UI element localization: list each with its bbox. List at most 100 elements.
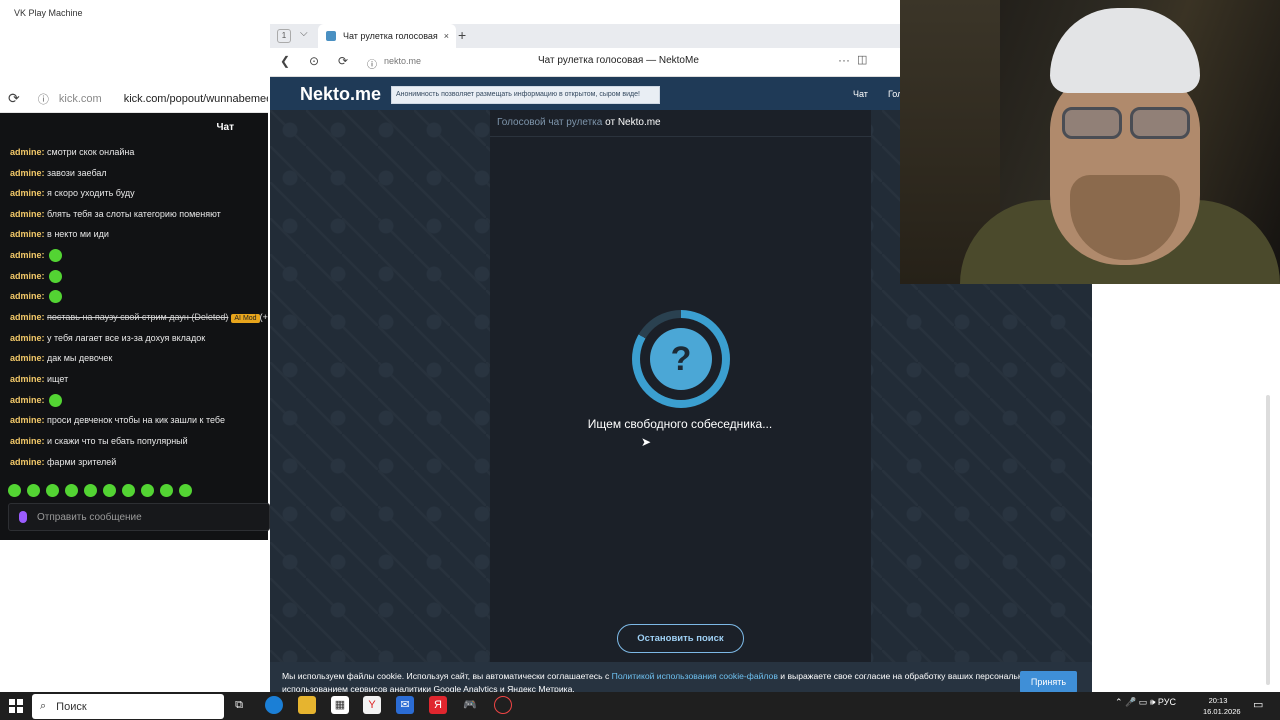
chat-username: admine: xyxy=(10,250,45,260)
new-tab-button[interactable]: + xyxy=(458,27,466,43)
clock-date: 16.01.2026 xyxy=(1203,707,1241,716)
yandex-icon[interactable]: Я xyxy=(429,696,447,714)
search-icon: ⌕ xyxy=(40,700,47,712)
chat-text: блять тебя за слоты категорию поменяют xyxy=(47,209,221,219)
ai-mod-badge: AI Mod xyxy=(231,314,260,323)
emote-icon[interactable] xyxy=(65,483,78,497)
cookie-policy-link[interactable]: Политикой использования cookie-файлов xyxy=(612,671,778,681)
chat-text: в некто ми иди xyxy=(47,229,109,239)
chat-username: admine: xyxy=(10,147,45,157)
emote-icon[interactable] xyxy=(46,483,59,497)
stop-search-button[interactable]: Остановить поиск xyxy=(617,624,744,653)
tab-count-button[interactable]: 1 xyxy=(277,29,291,43)
emote-icon xyxy=(49,270,63,284)
app-title: VK Play Machine xyxy=(0,0,270,24)
chat-text: ищет xyxy=(47,374,69,384)
store-icon[interactable]: ▦ xyxy=(331,696,349,714)
chat-message: admine: завози заебал xyxy=(10,163,107,183)
site-notice: Анонимность позволяет размещать информац… xyxy=(391,86,660,104)
more-icon[interactable]: ··· xyxy=(838,53,850,67)
chat-message: admine: xyxy=(10,266,63,286)
emote-icon[interactable] xyxy=(179,483,192,497)
notification-icon[interactable]: ▭ xyxy=(1253,698,1263,711)
chat-username: admine: xyxy=(10,415,45,425)
taskbar-search-label: Поиск xyxy=(56,700,87,713)
chat-username: admine: xyxy=(10,271,45,281)
recorder-icon[interactable] xyxy=(494,696,512,714)
windows-start-icon[interactable] xyxy=(9,699,23,713)
chat-username: admine: xyxy=(10,395,45,405)
chat-address-bar[interactable]: ⟳ ⓘ kick.com kick.com/popout/wunnabemee/… xyxy=(0,85,268,113)
back-icon[interactable]: ❮ xyxy=(280,54,290,68)
chat-text: проси девченок чтобы на кик зашли к тебе xyxy=(47,415,225,425)
nav-chat[interactable]: Чат xyxy=(853,89,868,99)
chat-username: admine: xyxy=(10,457,45,467)
history-icon[interactable]: ⊙ xyxy=(309,54,319,68)
chat-message: admine: проси девченок чтобы на кик зашл… xyxy=(10,410,225,430)
chat-input[interactable]: Отправить сообщение xyxy=(8,503,270,531)
chat-message-list[interactable]: admine: смотри скок онлайна admine: заво… xyxy=(0,141,268,501)
favicon-icon xyxy=(326,31,336,41)
accept-cookie-button[interactable]: Принять xyxy=(1020,671,1077,693)
chat-message: admine: я скоро уходить буду xyxy=(10,183,135,203)
chat-username: admine: xyxy=(10,333,45,343)
site-info-icon[interactable]: ⓘ xyxy=(38,91,49,107)
chat-message-deleted: admine: поставь на паузу свой стрим даун… xyxy=(10,307,268,327)
chat-message: admine: xyxy=(10,390,63,410)
cookie-text: Мы используем файлы cookie. Используя са… xyxy=(282,671,612,681)
tab-title: Чат рулетка голосовая xyxy=(343,31,438,41)
emote-icon[interactable] xyxy=(122,483,135,497)
taskbar-search[interactable]: ⌕ Поиск xyxy=(32,694,224,719)
chat-url[interactable]: kick.com/popout/wunnabemee/ch xyxy=(124,93,268,105)
yandex-browser-icon[interactable]: Y xyxy=(363,696,381,714)
address-domain[interactable]: nekto.me xyxy=(384,56,421,66)
system-tray[interactable]: ⌃ 🎤 ▭ 🕪 РУС xyxy=(1115,697,1176,708)
chat-header: Чат xyxy=(0,113,268,141)
breadcrumb-text: от Nekto.me xyxy=(602,117,661,128)
chat-username: admine: xyxy=(10,312,45,322)
chat-text-extra: (+ xyxy=(259,312,268,322)
breadcrumb-link[interactable]: Голосовой чат рулетка xyxy=(497,117,602,128)
chat-text: я скоро уходить буду xyxy=(47,188,135,198)
emote-icon[interactable] xyxy=(103,483,116,497)
breadcrumb: Голосовой чат рулетка от Nekto.me xyxy=(497,117,661,128)
chat-username: admine: xyxy=(10,229,45,239)
refresh-icon[interactable]: ⟳ xyxy=(338,54,348,68)
divider xyxy=(490,136,871,137)
chat-message: admine: смотри скок онлайна xyxy=(10,142,134,162)
taskbar-clock[interactable]: 20:13 16.01.2026 xyxy=(1203,695,1241,717)
chevron-down-icon[interactable]: ⌵ xyxy=(300,28,308,39)
microphone-icon[interactable] xyxy=(19,511,27,523)
task-view-icon[interactable]: ⧉ xyxy=(230,696,248,714)
emote-icon[interactable] xyxy=(84,483,97,497)
emote-icon[interactable] xyxy=(141,483,154,497)
edge-icon[interactable] xyxy=(265,696,283,714)
chat-message: admine: xyxy=(10,286,63,306)
emote-icon[interactable] xyxy=(160,483,173,497)
chat-text: смотри скок онлайна xyxy=(47,147,135,157)
app-icon[interactable]: ✉ xyxy=(396,696,414,714)
emote-icon[interactable] xyxy=(27,483,40,497)
chat-message: admine: ищет xyxy=(10,369,68,389)
chat-message: admine: фарми зрителей xyxy=(10,452,116,472)
close-icon[interactable]: × xyxy=(444,31,449,41)
scrollbar[interactable] xyxy=(1266,395,1270,685)
question-icon: ? xyxy=(650,328,712,390)
refresh-icon[interactable]: ⟳ xyxy=(8,90,24,107)
chat-message: admine: в некто ми иди xyxy=(10,224,109,244)
chat-message: admine: у тебя лагает все из-за дохуя вк… xyxy=(10,328,205,348)
bookmark-icon[interactable]: ◫ xyxy=(857,53,867,66)
file-explorer-icon[interactable] xyxy=(298,696,316,714)
chat-username: admine: xyxy=(10,291,45,301)
emote-icon xyxy=(49,290,63,304)
site-info-icon[interactable]: ⓘ xyxy=(367,56,377,71)
emote-icon[interactable] xyxy=(8,483,21,497)
site-logo[interactable]: Nekto.me xyxy=(300,84,381,105)
tab-nekto[interactable]: Чат рулетка голосовая × xyxy=(318,24,456,48)
gamepad-icon[interactable]: 🎮 xyxy=(461,696,479,714)
address-page-title[interactable]: Чат рулетка голосовая — NektoMe xyxy=(538,55,699,66)
chat-text: дак мы девочек xyxy=(47,353,113,363)
chat-username: admine: xyxy=(10,209,45,219)
chat-domain: kick.com xyxy=(58,92,102,105)
emote-bar[interactable] xyxy=(0,480,268,500)
